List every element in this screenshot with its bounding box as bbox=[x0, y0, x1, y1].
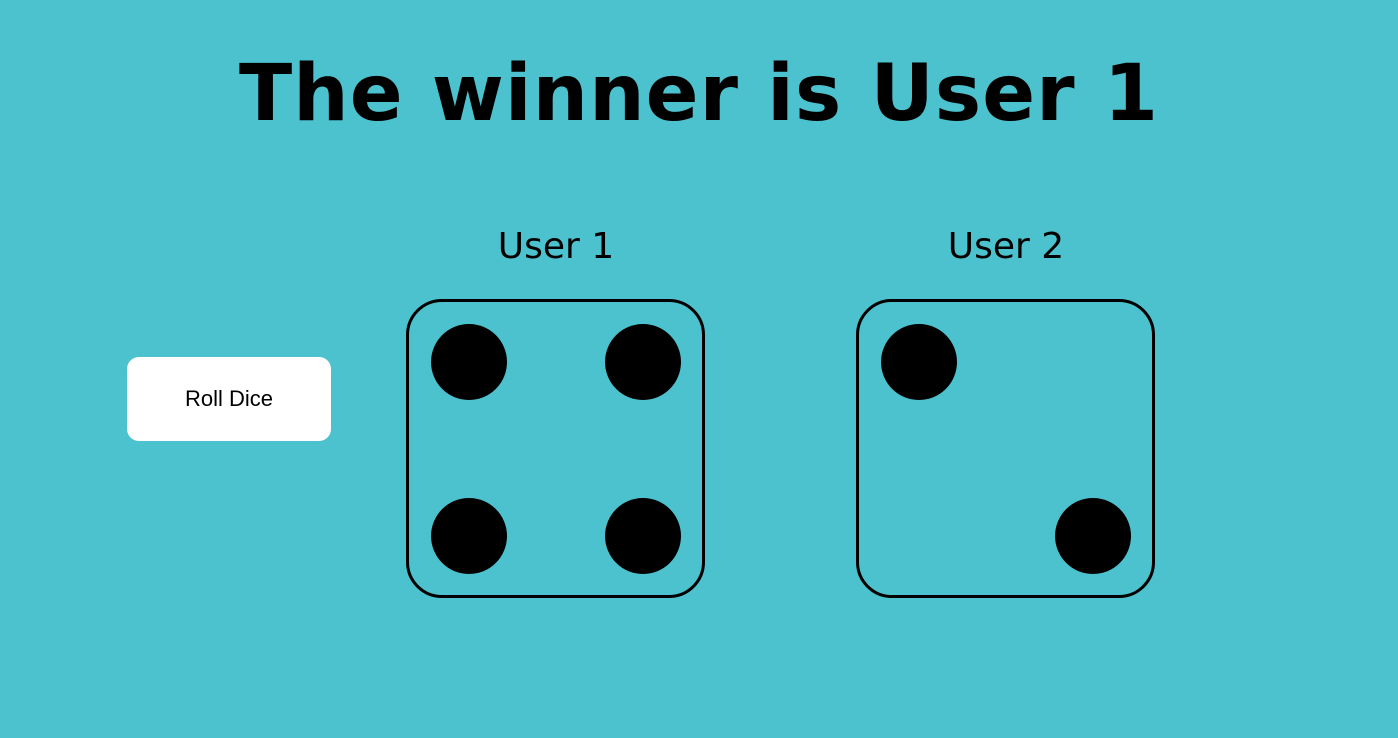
player-1-die bbox=[406, 299, 705, 598]
player-1-label: User 1 bbox=[497, 226, 615, 267]
die-pip bbox=[431, 498, 507, 574]
die-pip bbox=[431, 324, 507, 400]
player-2-die bbox=[856, 299, 1155, 598]
die-pip bbox=[1055, 498, 1131, 574]
winner-title: The winner is User 1 bbox=[238, 49, 1160, 139]
die-pip bbox=[605, 324, 681, 400]
player-2-panel: User 2 bbox=[856, 222, 1156, 598]
die-pip bbox=[881, 324, 957, 400]
die-pip bbox=[605, 498, 681, 574]
player-1-panel: User 1 bbox=[406, 222, 706, 598]
roll-dice-button[interactable]: Roll Dice bbox=[127, 357, 331, 441]
player-2-label: User 2 bbox=[947, 226, 1065, 267]
